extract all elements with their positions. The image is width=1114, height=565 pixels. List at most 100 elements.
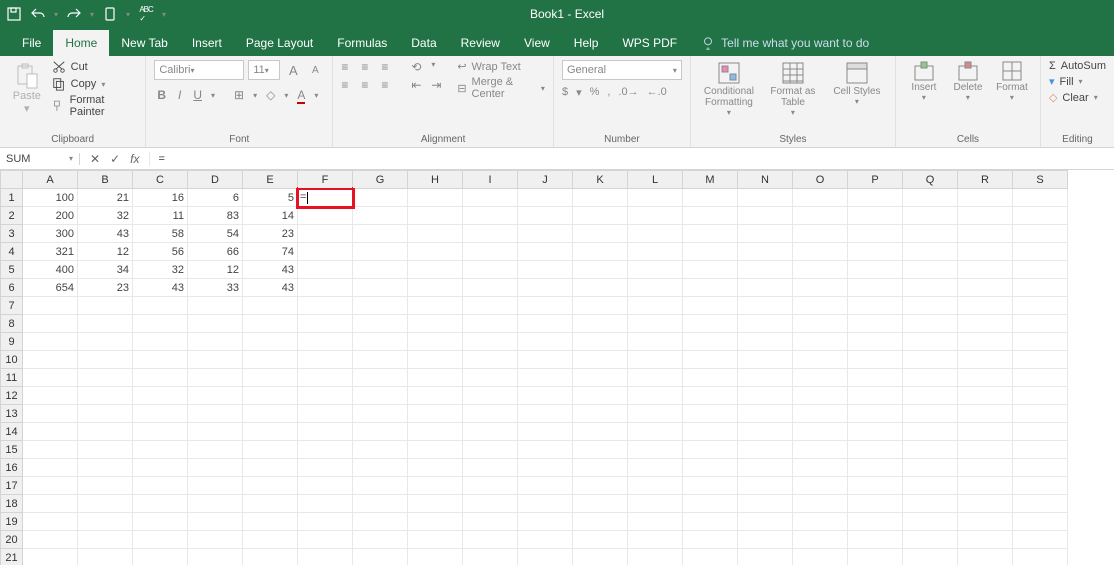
cell-E10[interactable] [243,351,298,369]
cell-E7[interactable] [243,297,298,315]
cell-A14[interactable] [23,423,78,441]
cell-D19[interactable] [188,513,243,531]
cell-I1[interactable] [463,189,518,207]
cell-G9[interactable] [353,333,408,351]
cell-A16[interactable] [23,459,78,477]
cell-K18[interactable] [573,495,628,513]
decrease-decimal-icon[interactable]: ←.0 [647,86,667,99]
tab-file[interactable]: File [10,30,53,56]
cell-R9[interactable] [958,333,1013,351]
cell-M20[interactable] [683,531,738,549]
cell-L5[interactable] [628,261,683,279]
tab-wps-pdf[interactable]: WPS PDF [610,30,689,56]
cell-H20[interactable] [408,531,463,549]
cell-K10[interactable] [573,351,628,369]
cell-H7[interactable] [408,297,463,315]
column-header-I[interactable]: I [463,171,518,189]
cell-N20[interactable] [738,531,793,549]
delete-cells-button[interactable]: Delete▾ [948,60,988,132]
column-header-O[interactable]: O [793,171,848,189]
cell-Q17[interactable] [903,477,958,495]
cell-I10[interactable] [463,351,518,369]
cell-S10[interactable] [1013,351,1068,369]
cell-L9[interactable] [628,333,683,351]
cell-K5[interactable] [573,261,628,279]
cell-A17[interactable] [23,477,78,495]
cell-F10[interactable] [298,351,353,369]
cell-L1[interactable] [628,189,683,207]
align-right-icon[interactable]: ≡ [381,78,397,92]
cell-C16[interactable] [133,459,188,477]
cell-Q14[interactable] [903,423,958,441]
cell-L15[interactable] [628,441,683,459]
undo-icon[interactable] [30,6,46,22]
cell-S18[interactable] [1013,495,1068,513]
cell-A13[interactable] [23,405,78,423]
cell-J13[interactable] [518,405,573,423]
cell-O13[interactable] [793,405,848,423]
cell-C7[interactable] [133,297,188,315]
cell-J9[interactable] [518,333,573,351]
cell-B10[interactable] [78,351,133,369]
cell-C3[interactable]: 58 [133,225,188,243]
clear-button[interactable]: ◇Clear▾ [1049,91,1106,104]
cell-N6[interactable] [738,279,793,297]
cell-N13[interactable] [738,405,793,423]
paste-button[interactable]: Paste ▾ [8,60,46,132]
fill-button[interactable]: ▾Fill▾ [1049,75,1106,88]
cell-D8[interactable] [188,315,243,333]
cell-O8[interactable] [793,315,848,333]
cell-R12[interactable] [958,387,1013,405]
cell-K12[interactable] [573,387,628,405]
accounting-dropdown-icon[interactable]: ▾ [576,86,582,99]
cell-E12[interactable] [243,387,298,405]
cell-J14[interactable] [518,423,573,441]
column-header-A[interactable]: A [23,171,78,189]
cell-J12[interactable] [518,387,573,405]
cell-H2[interactable] [408,207,463,225]
merge-center-button[interactable]: ⊟Merge & Center▾ [457,76,545,100]
cell-B7[interactable] [78,297,133,315]
cell-G1[interactable] [353,189,408,207]
cell-D6[interactable]: 33 [188,279,243,297]
cell-D17[interactable] [188,477,243,495]
cell-C8[interactable] [133,315,188,333]
cell-F11[interactable] [298,369,353,387]
borders-dropdown-icon[interactable]: ▾ [253,91,257,100]
copy-button[interactable]: Copy▾ [52,77,138,91]
align-bottom-icon[interactable]: ≡ [381,60,397,74]
cell-B2[interactable]: 32 [78,207,133,225]
worksheet-grid[interactable]: ABCDEFGHIJKLMNOPQRS1100211665=2200321183… [0,170,1114,565]
cell-C13[interactable] [133,405,188,423]
row-header-3[interactable]: 3 [1,225,23,243]
cell-M17[interactable] [683,477,738,495]
cell-C17[interactable] [133,477,188,495]
cell-J19[interactable] [518,513,573,531]
row-header-7[interactable]: 7 [1,297,23,315]
cell-A2[interactable]: 200 [23,207,78,225]
tab-insert[interactable]: Insert [180,30,234,56]
cell-A21[interactable] [23,549,78,565]
cell-B19[interactable] [78,513,133,531]
cell-P19[interactable] [848,513,903,531]
cell-E14[interactable] [243,423,298,441]
cell-D21[interactable] [188,549,243,565]
cancel-formula-icon[interactable]: ✕ [90,152,100,166]
cell-S15[interactable] [1013,441,1068,459]
cell-D20[interactable] [188,531,243,549]
tell-me-search[interactable]: Tell me what you want to do [689,30,881,56]
cell-E6[interactable]: 43 [243,279,298,297]
column-header-B[interactable]: B [78,171,133,189]
cell-K15[interactable] [573,441,628,459]
cell-O21[interactable] [793,549,848,565]
cell-R13[interactable] [958,405,1013,423]
redo-dropdown-icon[interactable]: ▾ [90,10,94,19]
cell-B18[interactable] [78,495,133,513]
cell-D10[interactable] [188,351,243,369]
cell-E13[interactable] [243,405,298,423]
cell-Q7[interactable] [903,297,958,315]
cell-I2[interactable] [463,207,518,225]
cell-F14[interactable] [298,423,353,441]
cell-C6[interactable]: 43 [133,279,188,297]
tab-new-tab[interactable]: New Tab [109,30,179,56]
